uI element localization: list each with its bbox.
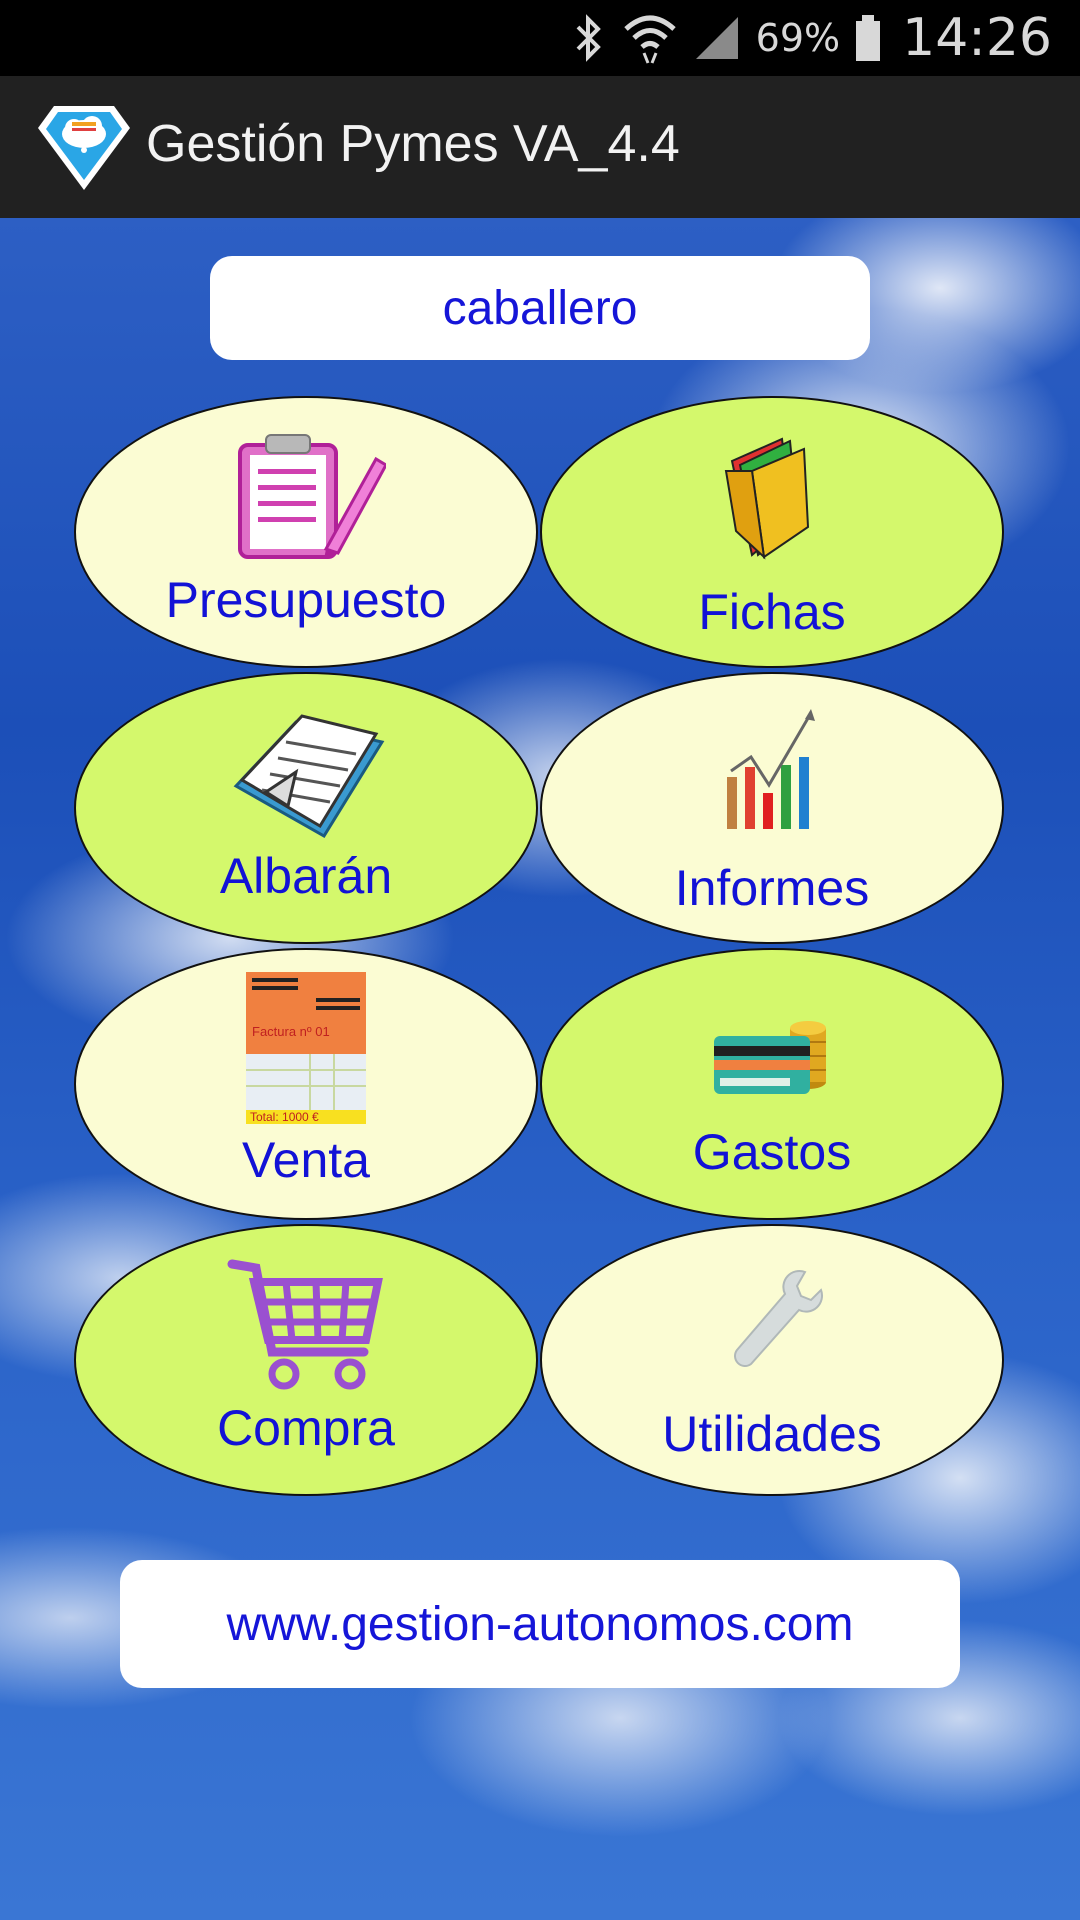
status-icons: 69% 14:26 bbox=[568, 0, 1052, 76]
status-bar: 69% 14:26 bbox=[0, 0, 1080, 76]
app-logo-icon[interactable] bbox=[34, 100, 134, 194]
folders-icon bbox=[682, 426, 862, 566]
cart-icon bbox=[216, 1254, 396, 1394]
invoice-total: Total: 1000 € bbox=[250, 1110, 319, 1124]
tile-label: Venta bbox=[242, 1132, 370, 1188]
invoice-title: Factura nº 01 bbox=[252, 1024, 330, 1039]
user-name: caballero bbox=[442, 281, 638, 335]
app-title: Gestión Pymes VA_4.4 bbox=[146, 115, 680, 173]
clock: 14:26 bbox=[902, 8, 1052, 68]
battery-percent: 69% bbox=[755, 16, 841, 60]
tile-label: Informes bbox=[674, 860, 870, 916]
action-bar: Gestión Pymes VA_4.4 bbox=[0, 76, 1080, 218]
tile-label: Presupuesto bbox=[165, 572, 447, 628]
bluetooth-icon bbox=[576, 14, 601, 62]
clipboard-pen-icon bbox=[216, 426, 396, 566]
website-url: www.gestion-autonomos.com bbox=[226, 1597, 854, 1651]
wifi-icon bbox=[623, 15, 676, 64]
tile-albaran[interactable]: Albarán bbox=[74, 672, 538, 944]
tile-label: Fichas bbox=[698, 584, 846, 640]
notepad-icon bbox=[216, 702, 396, 842]
main-content: caballero Presupuesto Fichas Albarán Inf… bbox=[0, 218, 1080, 1920]
signal-icon bbox=[695, 17, 738, 59]
user-name-box[interactable]: caballero bbox=[210, 256, 870, 360]
battery-icon bbox=[856, 15, 881, 61]
tile-label: Albarán bbox=[219, 848, 393, 904]
tile-gastos[interactable]: Gastos bbox=[540, 948, 1004, 1220]
tile-utilidades[interactable]: Utilidades bbox=[540, 1224, 1004, 1496]
tile-presupuesto[interactable]: Presupuesto bbox=[74, 396, 538, 668]
wrench-icon bbox=[682, 1254, 862, 1394]
bar-chart-icon bbox=[682, 702, 862, 842]
tile-label: Utilidades bbox=[662, 1406, 882, 1462]
tile-fichas[interactable]: Fichas bbox=[540, 396, 1004, 668]
card-coins-icon bbox=[682, 978, 862, 1118]
tile-compra[interactable]: Compra bbox=[74, 1224, 538, 1496]
tile-venta[interactable]: Factura nº 01 Total: 1000 € Venta bbox=[74, 948, 538, 1220]
invoice-icon: Factura nº 01 Total: 1000 € bbox=[216, 970, 396, 1126]
website-link[interactable]: www.gestion-autonomos.com bbox=[120, 1560, 960, 1688]
tile-label: Gastos bbox=[692, 1124, 852, 1180]
tile-informes[interactable]: Informes bbox=[540, 672, 1004, 944]
tile-label: Compra bbox=[217, 1400, 395, 1456]
